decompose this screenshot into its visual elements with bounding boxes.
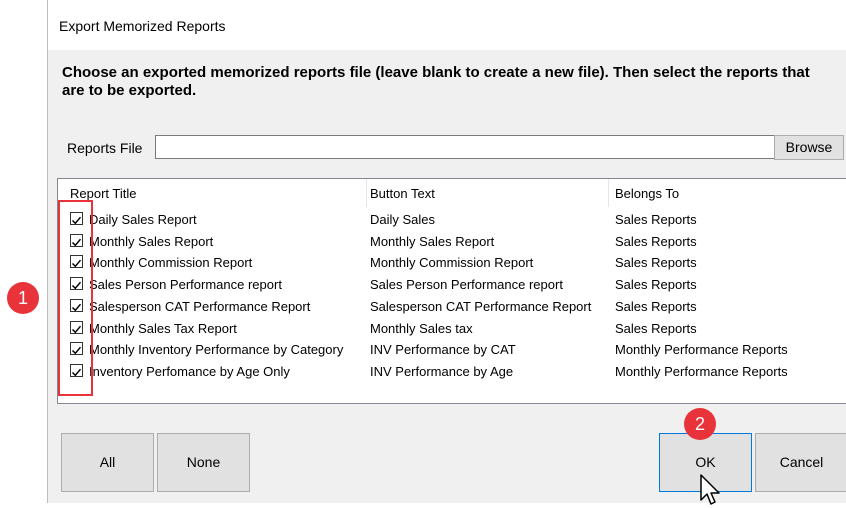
cell-button-text: Salesperson CAT Performance Report bbox=[370, 298, 592, 314]
cell-report-title: Monthly Commission Report bbox=[89, 255, 253, 271]
step-2-badge: 2 bbox=[684, 408, 716, 440]
cell-button-text: Monthly Sales tax bbox=[370, 320, 473, 336]
cell-belongs-to: Sales Reports bbox=[615, 320, 697, 336]
browse-button[interactable]: Browse bbox=[774, 135, 844, 160]
cell-report-title: Sales Person Performance report bbox=[89, 277, 282, 293]
select-none-button[interactable]: None bbox=[157, 433, 250, 492]
column-separator[interactable] bbox=[608, 179, 609, 207]
cell-report-title: Monthly Inventory Performance by Categor… bbox=[89, 342, 344, 358]
export-memorized-reports-dialog: Export Memorized Reports Choose an expor… bbox=[47, 0, 846, 503]
cell-belongs-to: Sales Reports bbox=[615, 298, 697, 314]
mouse-cursor-icon bbox=[700, 474, 720, 505]
column-separator[interactable] bbox=[366, 179, 367, 207]
table-row[interactable]: Monthly Sales Report Monthly Sales Report… bbox=[58, 231, 846, 253]
instructions-text: Choose an exported memorized reports fil… bbox=[62, 64, 810, 99]
cancel-button[interactable]: Cancel bbox=[755, 433, 846, 492]
cell-report-title: Salesperson CAT Performance Report bbox=[89, 298, 311, 314]
column-header-belongs-to[interactable]: Belongs To bbox=[615, 186, 679, 201]
cell-report-title: Monthly Sales Report bbox=[89, 233, 214, 249]
column-header-button-text[interactable]: Button Text bbox=[370, 186, 435, 201]
table-row[interactable]: Monthly Inventory Performance by Categor… bbox=[58, 339, 846, 361]
reports-list[interactable]: Report Title Button Text Belongs To Dail… bbox=[57, 178, 846, 404]
title-bar: Export Memorized Reports bbox=[48, 0, 846, 50]
cell-button-text: INV Performance by CAT bbox=[370, 342, 516, 358]
cell-belongs-to: Monthly Performance Reports bbox=[615, 342, 788, 358]
cell-report-title: Daily Sales Report bbox=[89, 212, 197, 227]
table-row[interactable]: Salesperson CAT Performance Report Salesp… bbox=[58, 296, 846, 318]
cell-report-title: Monthly Sales Tax Report bbox=[89, 320, 237, 336]
table-row[interactable]: Monthly Sales Tax Report Monthly Sales ta… bbox=[58, 318, 846, 340]
cell-button-text: Monthly Sales Report bbox=[370, 233, 495, 249]
list-header: Report Title Button Text Belongs To bbox=[58, 179, 846, 207]
select-all-button[interactable]: All bbox=[61, 433, 154, 492]
table-row[interactable]: Sales Person Performance report Sales Per… bbox=[58, 274, 846, 296]
cell-belongs-to: Sales Reports bbox=[615, 233, 697, 249]
cell-belongs-to: Sales Reports bbox=[615, 212, 697, 227]
cell-button-text: Sales Person Performance report bbox=[370, 277, 563, 293]
cell-belongs-to: Monthly Performance Reports bbox=[615, 363, 788, 379]
cell-belongs-to: Sales Reports bbox=[615, 277, 697, 293]
reports-file-label: Reports File bbox=[67, 140, 143, 156]
table-row[interactable]: Monthly Commission Report Monthly Commiss… bbox=[58, 252, 846, 274]
reports-file-input[interactable] bbox=[155, 135, 811, 159]
table-row[interactable]: Inventory Perfomance by Age Only INV Perf… bbox=[58, 361, 846, 383]
cell-button-text: Daily Sales bbox=[370, 212, 436, 227]
cell-button-text: INV Performance by Age bbox=[370, 363, 514, 379]
step-1-badge: 1 bbox=[7, 282, 39, 314]
cell-button-text: Monthly Commission Report bbox=[370, 255, 534, 271]
window-title: Export Memorized Reports bbox=[59, 18, 226, 34]
cell-belongs-to: Sales Reports bbox=[615, 255, 697, 271]
checkbox-highlight-box bbox=[58, 200, 93, 396]
table-row[interactable]: Daily Sales Report Daily Sales Sales Repor… bbox=[58, 209, 846, 231]
column-header-report-title[interactable]: Report Title bbox=[70, 186, 136, 201]
cell-report-title: Inventory Perfomance by Age Only bbox=[89, 363, 290, 379]
